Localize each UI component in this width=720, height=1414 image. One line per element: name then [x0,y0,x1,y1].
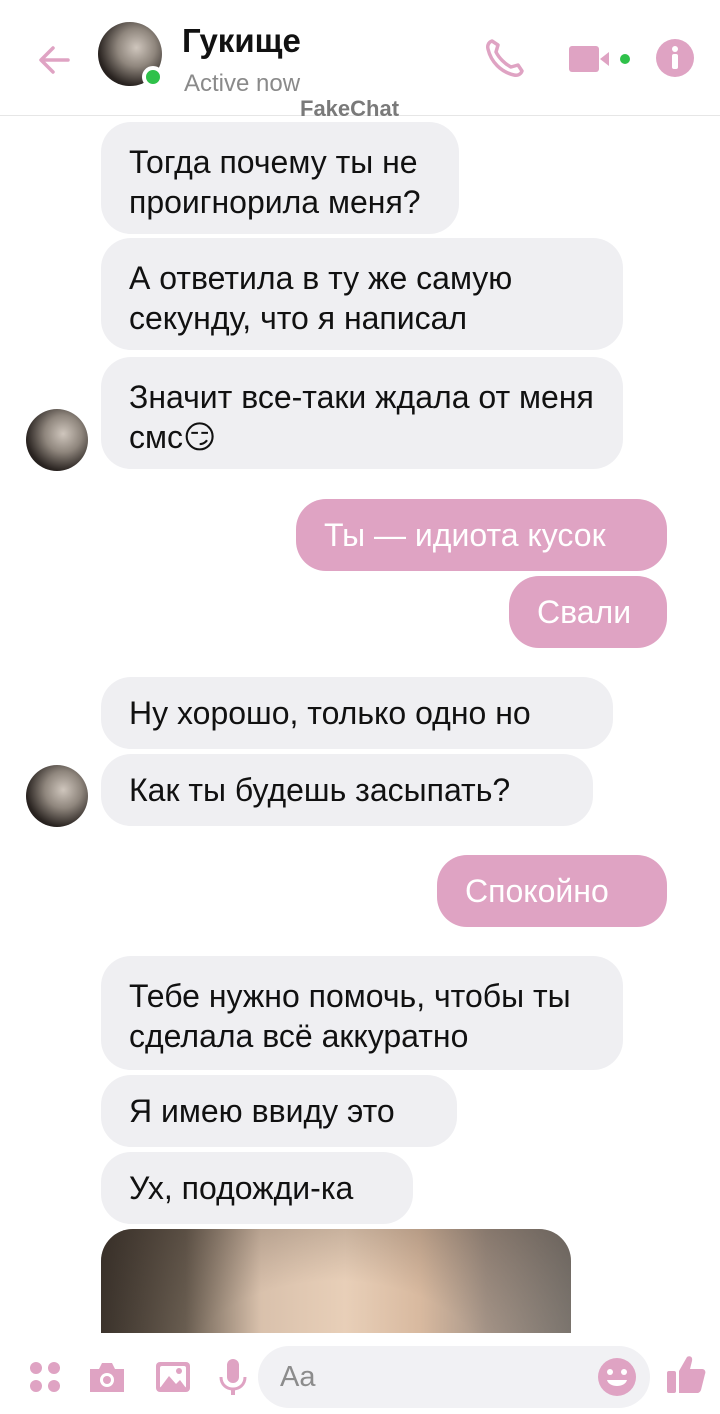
emoji-icon [598,1358,636,1396]
contact-name[interactable]: Гукище [182,22,301,60]
camera-icon [90,1363,124,1392]
apps-button[interactable] [24,1356,66,1398]
phone-icon [486,39,524,77]
video-call-button[interactable] [566,36,636,80]
apps-icon [30,1362,60,1392]
message-bubble[interactable]: Ты — идиота кусок [296,499,667,571]
message-bubble[interactable]: Ну хорошо, только одно но [101,677,613,749]
video-camera-icon [569,46,630,72]
message-bubble[interactable]: Значит все-таки ждала от меня смс😏 [101,357,623,469]
back-button[interactable] [30,36,78,84]
thumbs-up-icon [667,1356,706,1393]
app-watermark: FakeChat [300,96,400,116]
back-arrow-icon [39,46,70,74]
message-composer [0,1334,720,1414]
photo-attachment[interactable] [101,1229,571,1333]
like-button[interactable] [664,1352,708,1396]
message-bubble[interactable]: Свали [509,576,667,648]
camera-button[interactable] [86,1356,128,1398]
message-bubble[interactable]: Тогда почему ты не проигнорила меня? [101,122,459,234]
chat-header: Гукище Active now FakeChat [0,0,720,116]
message-bubble[interactable]: Ух, подожди-ка [101,1152,413,1224]
info-icon [656,39,694,77]
message-list[interactable]: Тогда почему ты не проигнорила меня? А о… [0,117,720,1333]
emoji-button[interactable] [596,1356,638,1398]
info-button[interactable] [650,36,700,80]
contact-status: Active now [184,70,301,97]
message-bubble[interactable]: Я имею ввиду это [101,1075,457,1147]
gallery-button[interactable] [152,1356,194,1398]
online-indicator [142,66,164,88]
contact-avatar[interactable] [98,22,164,88]
sender-avatar[interactable] [26,409,88,471]
message-input-container [258,1346,650,1408]
call-button[interactable] [480,36,530,80]
sender-avatar[interactable] [26,765,88,827]
message-input[interactable] [280,1356,580,1398]
microphone-icon [219,1359,247,1395]
voice-button[interactable] [212,1356,254,1398]
message-bubble[interactable]: Тебе нужно помочь, чтобы ты сделала всё … [101,956,623,1070]
image-icon [156,1362,190,1392]
message-bubble[interactable]: Спокойно [437,855,667,927]
message-bubble[interactable]: А ответила в ту же самую секунду, что я … [101,238,623,350]
message-bubble[interactable]: Как ты будешь засыпать? [101,754,593,826]
